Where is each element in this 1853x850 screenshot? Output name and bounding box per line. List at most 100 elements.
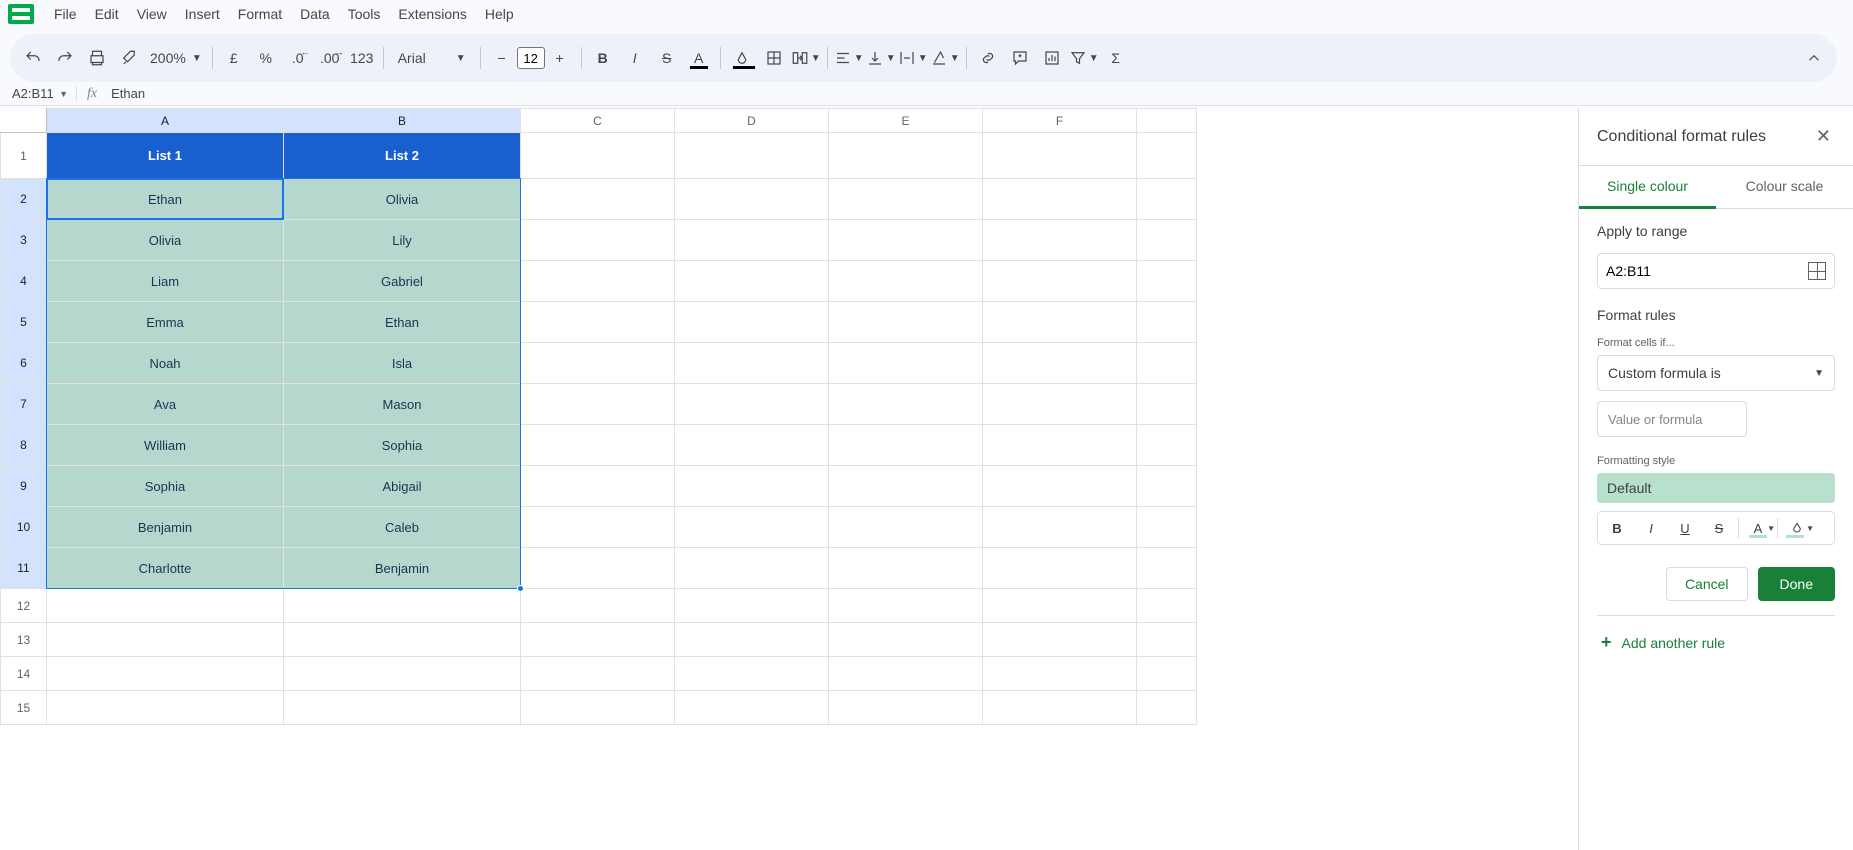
- style-italic-button[interactable]: I: [1634, 514, 1668, 542]
- cell-E9[interactable]: [829, 466, 983, 507]
- cell-E13[interactable]: [829, 623, 983, 657]
- cell-A2[interactable]: Ethan: [47, 179, 284, 220]
- row-header-11[interactable]: 11: [1, 548, 47, 589]
- menu-data[interactable]: Data: [292, 2, 338, 26]
- cell-D1[interactable]: [675, 133, 829, 179]
- cell-F13[interactable]: [983, 623, 1137, 657]
- cell-C8[interactable]: [521, 425, 675, 466]
- menu-format[interactable]: Format: [230, 2, 290, 26]
- cell-G1[interactable]: [1137, 133, 1197, 179]
- cell-B11[interactable]: Benjamin: [284, 548, 521, 589]
- cell-A14[interactable]: [47, 657, 284, 691]
- close-panel-button[interactable]: ✕: [1812, 122, 1835, 151]
- font-size-input[interactable]: [517, 47, 545, 69]
- row-header-9[interactable]: 9: [1, 466, 47, 507]
- cell-F7[interactable]: [983, 384, 1137, 425]
- cell-C2[interactable]: [521, 179, 675, 220]
- menu-view[interactable]: View: [129, 2, 175, 26]
- cell-F14[interactable]: [983, 657, 1137, 691]
- done-button[interactable]: Done: [1758, 567, 1835, 601]
- font-family-dropdown[interactable]: Arial▼: [390, 43, 474, 73]
- print-button[interactable]: [82, 43, 112, 73]
- insert-chart-button[interactable]: [1037, 43, 1067, 73]
- cell-E6[interactable]: [829, 343, 983, 384]
- cell-D15[interactable]: [675, 691, 829, 725]
- row-header-15[interactable]: 15: [1, 691, 47, 725]
- cell-D3[interactable]: [675, 220, 829, 261]
- insert-link-button[interactable]: [973, 43, 1003, 73]
- select-range-icon[interactable]: [1808, 262, 1826, 280]
- row-header-14[interactable]: 14: [1, 657, 47, 691]
- cell-A13[interactable]: [47, 623, 284, 657]
- increase-decimal-button[interactable]: .00→: [315, 43, 345, 73]
- style-text-color-button[interactable]: A▼: [1741, 514, 1775, 542]
- cell-E11[interactable]: [829, 548, 983, 589]
- cell-E5[interactable]: [829, 302, 983, 343]
- cell-C3[interactable]: [521, 220, 675, 261]
- cell-F2[interactable]: [983, 179, 1137, 220]
- column-header-F[interactable]: F: [983, 109, 1137, 133]
- formula-value-input[interactable]: [1597, 401, 1747, 437]
- text-color-button[interactable]: A: [684, 43, 714, 73]
- cell-C6[interactable]: [521, 343, 675, 384]
- undo-button[interactable]: [18, 43, 48, 73]
- currency-button[interactable]: £: [219, 43, 249, 73]
- style-preview[interactable]: Default: [1597, 473, 1835, 503]
- cell-F1[interactable]: [983, 133, 1137, 179]
- cell-G10[interactable]: [1137, 507, 1197, 548]
- cell-F3[interactable]: [983, 220, 1137, 261]
- strikethrough-button[interactable]: S: [652, 43, 682, 73]
- text-wrap-button[interactable]: ▼: [898, 43, 928, 73]
- cell-D5[interactable]: [675, 302, 829, 343]
- borders-button[interactable]: [759, 43, 789, 73]
- cell-D6[interactable]: [675, 343, 829, 384]
- cell-B15[interactable]: [284, 691, 521, 725]
- cell-A1[interactable]: List 1: [47, 133, 284, 179]
- horizontal-align-button[interactable]: ▼: [834, 43, 864, 73]
- cell-A10[interactable]: Benjamin: [47, 507, 284, 548]
- cell-D12[interactable]: [675, 589, 829, 623]
- row-header-2[interactable]: 2: [1, 179, 47, 220]
- filter-button[interactable]: ▼: [1069, 43, 1099, 73]
- vertical-align-button[interactable]: ▼: [866, 43, 896, 73]
- cell-A3[interactable]: Olivia: [47, 220, 284, 261]
- cell-C5[interactable]: [521, 302, 675, 343]
- style-bold-button[interactable]: B: [1600, 514, 1634, 542]
- row-header-13[interactable]: 13: [1, 623, 47, 657]
- cell-F10[interactable]: [983, 507, 1137, 548]
- cell-B6[interactable]: Isla: [284, 343, 521, 384]
- cell-B4[interactable]: Gabriel: [284, 261, 521, 302]
- cell-E3[interactable]: [829, 220, 983, 261]
- row-header-7[interactable]: 7: [1, 384, 47, 425]
- cell-F9[interactable]: [983, 466, 1137, 507]
- style-underline-button[interactable]: U: [1668, 514, 1702, 542]
- cell-C13[interactable]: [521, 623, 675, 657]
- cell-E1[interactable]: [829, 133, 983, 179]
- cell-C10[interactable]: [521, 507, 675, 548]
- cell-C7[interactable]: [521, 384, 675, 425]
- cell-F4[interactable]: [983, 261, 1137, 302]
- cell-G5[interactable]: [1137, 302, 1197, 343]
- cell-C14[interactable]: [521, 657, 675, 691]
- cell-A9[interactable]: Sophia: [47, 466, 284, 507]
- menu-help[interactable]: Help: [477, 2, 522, 26]
- cell-C15[interactable]: [521, 691, 675, 725]
- cell-G8[interactable]: [1137, 425, 1197, 466]
- style-strikethrough-button[interactable]: S: [1702, 514, 1736, 542]
- cell-B13[interactable]: [284, 623, 521, 657]
- cell-A6[interactable]: Noah: [47, 343, 284, 384]
- functions-button[interactable]: Σ: [1101, 43, 1131, 73]
- cell-D10[interactable]: [675, 507, 829, 548]
- cancel-button[interactable]: Cancel: [1666, 567, 1748, 601]
- add-another-rule-button[interactable]: + Add another rule: [1597, 616, 1835, 669]
- cell-D7[interactable]: [675, 384, 829, 425]
- text-rotation-button[interactable]: ▼: [930, 43, 960, 73]
- insert-comment-button[interactable]: [1005, 43, 1035, 73]
- cell-E14[interactable]: [829, 657, 983, 691]
- cell-D13[interactable]: [675, 623, 829, 657]
- cell-A4[interactable]: Liam: [47, 261, 284, 302]
- name-box[interactable]: A2:B11 ▼: [4, 86, 76, 101]
- cell-F15[interactable]: [983, 691, 1137, 725]
- cell-C11[interactable]: [521, 548, 675, 589]
- cell-B9[interactable]: Abigail: [284, 466, 521, 507]
